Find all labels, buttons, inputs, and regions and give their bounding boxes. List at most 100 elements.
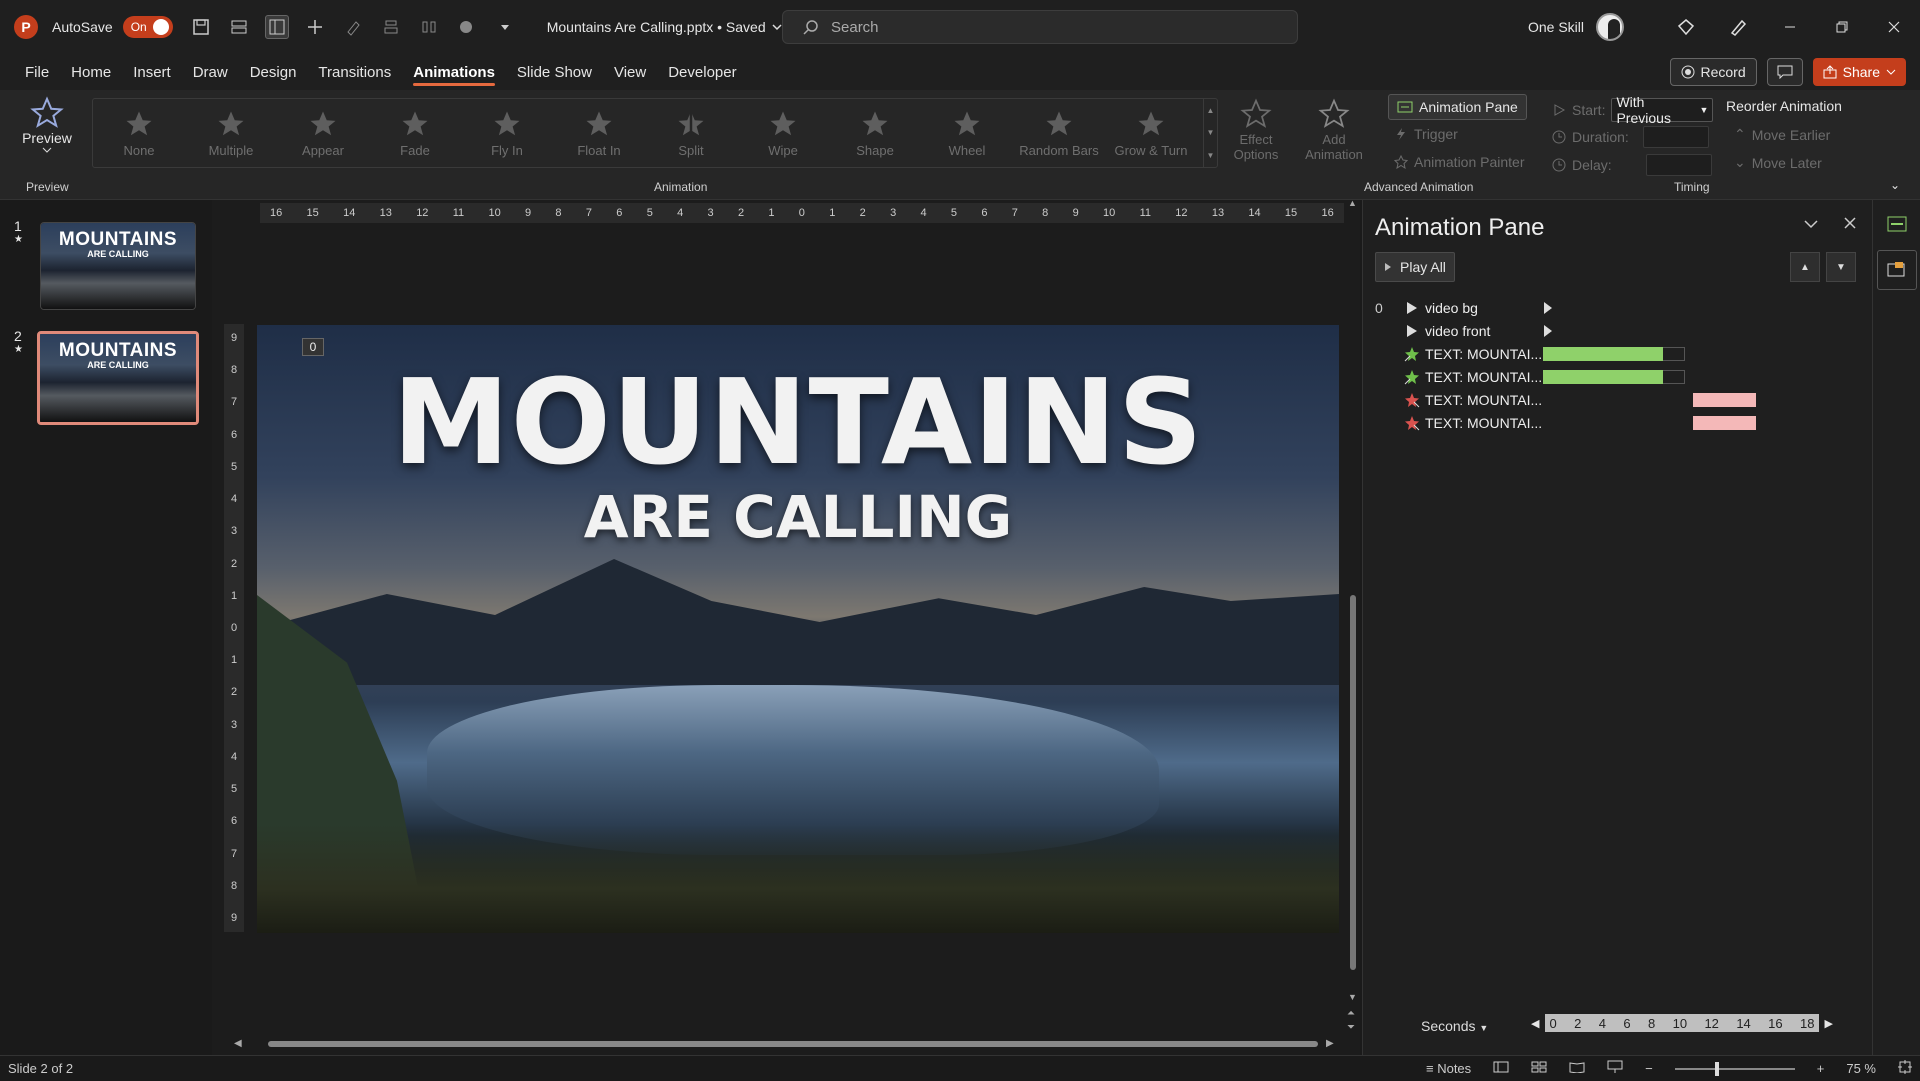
close-icon[interactable] (1868, 0, 1920, 54)
align-icon[interactable] (379, 15, 403, 39)
autosave-toggle[interactable]: On (122, 16, 173, 38)
animation-duration-bar[interactable] (1693, 392, 1756, 407)
save-icon[interactable] (189, 15, 213, 39)
trigger-button[interactable]: Trigger (1394, 126, 1458, 142)
gallery-more-icon[interactable]: ▼ (1207, 151, 1215, 160)
animation-duration-bar[interactable] (1693, 415, 1756, 430)
format-painter-icon[interactable] (341, 15, 365, 39)
tab-home[interactable]: Home (60, 54, 122, 90)
previous-slide-icon[interactable]: ⏶ (1347, 1008, 1355, 1019)
reading-view-icon[interactable] (1569, 1061, 1585, 1076)
animation-duration-bar[interactable] (1543, 346, 1663, 361)
move-up-icon[interactable]: ▲ (1790, 252, 1820, 282)
fit-to-window-icon[interactable] (1898, 1060, 1912, 1077)
animation-duration-bar[interactable] (1543, 369, 1663, 384)
tab-view[interactable]: View (603, 54, 657, 90)
animation-appear[interactable]: Appear (277, 99, 369, 167)
slide-thumbnail-2[interactable]: MOUNTAINS ARE CALLING (37, 331, 199, 425)
timeline-left-icon[interactable]: ◀ (1531, 1017, 1539, 1030)
minimize-icon[interactable] (1764, 0, 1816, 54)
slide-title[interactable]: MOUNTAINS (257, 353, 1339, 491)
animation-order-badge[interactable]: 0 (302, 338, 324, 356)
animation-list-item[interactable]: TEXT: MOUNTAI... (1375, 365, 1855, 388)
selection-pane-icon[interactable] (1877, 250, 1917, 290)
tab-design[interactable]: Design (239, 54, 308, 90)
slide-sorter-icon[interactable] (227, 15, 251, 39)
animation-wipe[interactable]: Wipe (737, 99, 829, 167)
move-later-button[interactable]: ⌄ Move Later (1734, 154, 1822, 171)
pen-icon[interactable] (1712, 0, 1764, 54)
distribute-icon[interactable] (417, 15, 441, 39)
shapes-icon[interactable] (455, 15, 479, 39)
zoom-slider[interactable] (1674, 1061, 1795, 1076)
layout-icon[interactable] (264, 15, 289, 39)
animation-pane-button[interactable]: Animation Pane (1388, 94, 1527, 120)
animation-grow-turn[interactable]: Grow & Turn (1105, 99, 1197, 167)
add-animation-button[interactable]: Add Animation (1305, 98, 1363, 162)
comments-button[interactable] (1766, 58, 1803, 86)
animation-wheel[interactable]: Wheel (921, 99, 1013, 167)
animation-painter-button[interactable]: Animation Painter (1394, 154, 1525, 170)
timeline-right-icon[interactable]: ▶ (1825, 1017, 1833, 1030)
animation-pane-toggle-icon[interactable] (1877, 204, 1917, 244)
scroll-left-icon[interactable]: ◀ (234, 1038, 242, 1049)
tab-slide-show[interactable]: Slide Show (506, 54, 603, 90)
zoom-in-icon[interactable]: + (1817, 1061, 1825, 1076)
pane-options-chevron-icon[interactable] (1804, 216, 1818, 234)
slide-sorter-view-icon[interactable] (1531, 1061, 1547, 1076)
animation-split[interactable]: Split (645, 99, 737, 167)
animation-shape[interactable]: Shape (829, 99, 921, 167)
notes-button[interactable]: ≡ Notes (1426, 1061, 1471, 1076)
tab-developer[interactable]: Developer (657, 54, 747, 90)
seconds-dropdown[interactable]: Seconds ▼ (1421, 1018, 1488, 1034)
gallery-scroll[interactable]: ▲ ▼ ▼ (1203, 99, 1217, 167)
animation-random-bars[interactable]: Random Bars (1013, 99, 1105, 167)
scroll-thumb[interactable] (1350, 595, 1356, 970)
diamond-icon[interactable] (1660, 0, 1712, 54)
scroll-right-icon[interactable]: ▶ (1326, 1038, 1334, 1049)
animation-fly-in[interactable]: Fly In (461, 99, 553, 167)
preview-button[interactable]: Preview (14, 96, 80, 176)
collapse-ribbon-icon[interactable]: ⌄ (1890, 178, 1900, 192)
customize-toolbar-icon[interactable] (493, 15, 517, 39)
scroll-up-icon[interactable]: ▲ (1207, 106, 1215, 115)
next-slide-icon[interactable]: ⏷ (1347, 1022, 1355, 1033)
horizontal-scrollbar[interactable]: ◀ ▶ (212, 1036, 1342, 1052)
slide-canvas[interactable]: MOUNTAINS ARE CALLING (257, 325, 1339, 933)
slide-thumbnail-1[interactable]: MOUNTAINS ARE CALLING (40, 222, 196, 310)
zoom-out-icon[interactable]: − (1645, 1061, 1653, 1076)
record-button[interactable]: Record (1669, 58, 1757, 86)
play-all-button[interactable]: Play All (1375, 252, 1455, 282)
animation-float-in[interactable]: Float In (553, 99, 645, 167)
tab-transitions[interactable]: Transitions (307, 54, 402, 90)
tab-file[interactable]: File (14, 54, 60, 90)
zoom-level[interactable]: 75 % (1846, 1061, 1876, 1076)
start-select[interactable]: With Previous ▼ (1611, 94, 1714, 126)
share-button[interactable]: Share (1812, 58, 1906, 86)
tab-draw[interactable]: Draw (182, 54, 239, 90)
animation-multiple[interactable]: Multiple (185, 99, 277, 167)
animation-list-item[interactable]: 0 video bg (1375, 296, 1855, 319)
animation-list-item[interactable]: TEXT: MOUNTAI... (1375, 342, 1855, 365)
animation-list-item[interactable]: TEXT: MOUNTAI... (1375, 411, 1855, 434)
pointer-move-icon[interactable] (303, 15, 327, 39)
duration-input[interactable] (1642, 126, 1709, 148)
pane-close-icon[interactable] (1844, 216, 1856, 234)
animation-list-item[interactable]: TEXT: MOUNTAI... (1375, 388, 1855, 411)
scroll-down-icon[interactable]: ▼ (1207, 128, 1215, 137)
tab-animations[interactable]: Animations (402, 54, 506, 90)
slideshow-view-icon[interactable] (1607, 1060, 1623, 1077)
avatar[interactable] (1596, 13, 1624, 41)
delay-input[interactable] (1645, 154, 1712, 176)
slide-subtitle[interactable]: ARE CALLING (257, 483, 1339, 551)
scroll-down-icon[interactable]: ▼ (1348, 992, 1357, 1002)
restore-icon[interactable] (1816, 0, 1868, 54)
animation-none[interactable]: None (93, 99, 185, 167)
scroll-up-icon[interactable]: ▲ (1348, 198, 1357, 208)
vertical-scrollbar[interactable]: ▲ ▼ ⏶ ⏷ (1346, 198, 1360, 1033)
animation-fade[interactable]: Fade (369, 99, 461, 167)
account-name[interactable]: One Skill (1528, 19, 1584, 35)
effect-options-button[interactable]: Effect Options (1228, 98, 1284, 162)
move-down-icon[interactable]: ▼ (1826, 252, 1856, 282)
document-title[interactable]: Mountains Are Calling.pptx • Saved (547, 19, 782, 35)
